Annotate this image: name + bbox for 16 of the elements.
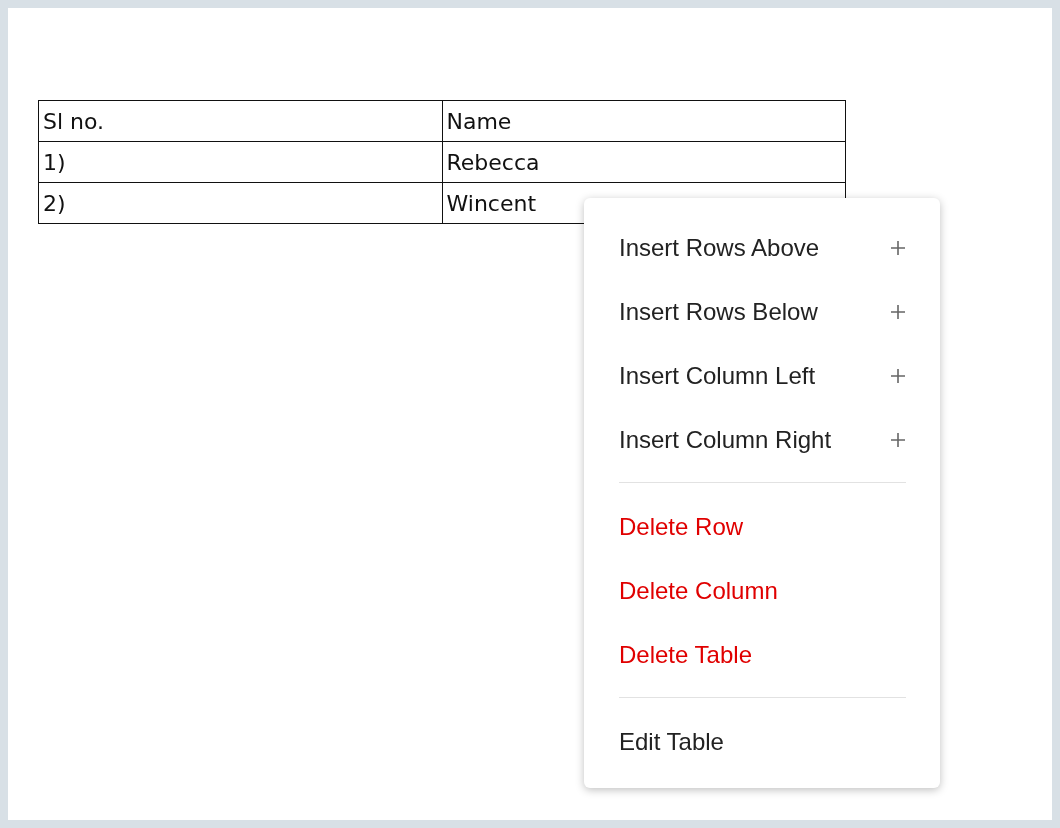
menu-item[interactable]: Delete Table bbox=[619, 623, 906, 687]
menu-item[interactable]: Insert Column Right bbox=[619, 408, 906, 472]
plus-icon bbox=[890, 304, 906, 320]
table-cell: 1) bbox=[38, 141, 442, 183]
table-cell: 2) bbox=[38, 182, 442, 224]
plus-icon bbox=[890, 240, 906, 256]
menu-item[interactable]: Insert Rows Below bbox=[619, 280, 906, 344]
menu-item[interactable]: Delete Row bbox=[619, 495, 906, 559]
plus-icon bbox=[890, 368, 906, 384]
menu-item[interactable]: Edit Table bbox=[619, 710, 906, 774]
plus-icon bbox=[890, 432, 906, 448]
header-cell: Sl no. bbox=[38, 100, 442, 142]
menu-item[interactable]: Delete Column bbox=[619, 559, 906, 623]
header-cell: Name bbox=[442, 100, 846, 142]
table-cell: Rebecca bbox=[442, 141, 846, 183]
menu-item[interactable]: Insert Column Left bbox=[619, 344, 906, 408]
